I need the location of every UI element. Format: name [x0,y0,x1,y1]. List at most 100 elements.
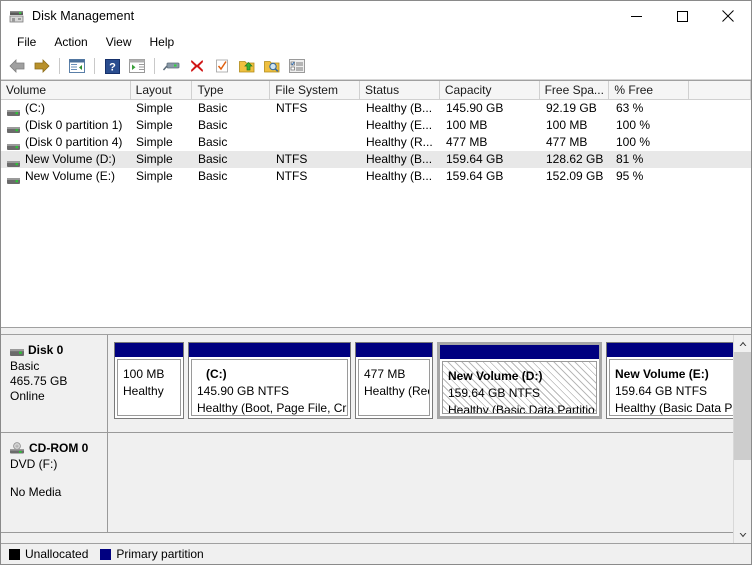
cell-free-space: 92.19 GB [546,101,597,115]
cell-file-system: NTFS [276,169,308,183]
table-row[interactable]: New Volume (E:) Simple Basic NTFS Health… [1,168,751,185]
disk-row-disk0[interactable]: Disk 0 Basic 465.75 GB Online 100 MB Hea… [1,335,733,433]
toolbar-separator [94,58,95,74]
disk-type: Basic [10,359,40,373]
partition-block[interactable]: New Volume (E:) 159.64 GB NTFS Healthy (… [606,342,733,419]
cd-rom-icon [10,441,25,455]
table-row[interactable]: (Disk 0 partition 4) Simple Basic Health… [1,134,751,151]
disk-row-cdrom0[interactable]: CD-ROM 0 DVD (F:) No Media [1,433,733,533]
cell-layout: Simple [136,135,173,149]
table-row[interactable]: New Volume (D:) Simple Basic NTFS Health… [1,151,751,168]
cell-file-system: NTFS [276,152,308,166]
column-header-free-space[interactable]: Free Spa... [539,81,610,99]
cell-capacity: 477 MB [446,135,488,149]
forward-icon[interactable] [30,55,54,77]
partition-block[interactable]: (C:) 145.90 GB NTFS Healthy (Boot, Page … [188,342,351,419]
vertical-scrollbar[interactable] [733,335,751,543]
table-row[interactable]: (C:) Simple Basic NTFS Healthy (B... 145… [1,100,751,117]
disk-name: CD-ROM 0 [29,441,89,455]
legend-label: Primary partition [116,547,204,561]
volume-list-pane[interactable]: Volume Layout Type File System Status Ca… [1,80,751,327]
column-header-percent-free[interactable]: % Free [609,81,690,99]
back-icon[interactable] [5,55,29,77]
legend-swatch-primary [100,548,112,560]
menu-action[interactable]: Action [45,32,96,52]
cell-percent-free: 100 % [616,118,651,132]
menu-file[interactable]: File [8,32,45,52]
disk-size: 465.75 GB [10,374,68,388]
cell-type: Basic [198,135,228,149]
list-properties-icon[interactable] [285,55,309,77]
menu-view[interactable]: View [97,32,141,52]
column-header-capacity[interactable]: Capacity [439,81,540,99]
cell-status: Healthy (B... [366,169,433,183]
volume-label: New Volume (E:) [25,169,116,183]
cell-percent-free: 100 % [616,135,651,149]
show-hide-tree-icon[interactable] [65,55,89,77]
cell-free-space: 152.09 GB [546,169,604,183]
column-header-type[interactable]: Type [192,81,271,99]
partition-size: 145.90 GB NTFS [197,384,290,398]
volume-list-body: (C:) Simple Basic NTFS Healthy (B... 145… [1,100,751,185]
partition-block-selected[interactable]: New Volume (D:) 159.64 GB NTFS Healthy (… [437,342,602,419]
cell-file-system: NTFS [276,101,308,115]
scroll-down-arrow-icon[interactable] [734,526,751,543]
partition-size: 477 MB [364,367,406,381]
toolbar-separator [154,58,155,74]
cell-free-space: 100 MB [546,118,588,132]
scrollbar-thumb[interactable] [734,352,751,460]
scrollbar-track[interactable] [734,352,751,526]
legend-label: Unallocated [25,547,89,561]
column-header-file-system[interactable]: File System [270,81,361,99]
column-header-filler[interactable] [689,81,751,99]
cell-layout: Simple [136,169,173,183]
window-title: Disk Management [32,9,135,23]
minimize-button[interactable] [613,1,659,31]
toolbar-separator [59,58,60,74]
menu-help[interactable]: Help [141,32,184,52]
pane-splitter[interactable] [1,327,751,335]
maximize-button[interactable] [659,1,705,31]
disk-title: Disk 0 [10,343,107,357]
cell-capacity: 145.90 GB [446,101,504,115]
scroll-up-arrow-icon[interactable] [734,335,751,352]
volume-drive-icon [7,105,20,116]
cell-free-space: 477 MB [546,135,588,149]
toolbar: ? [1,53,751,80]
partition-details: New Volume (E:) 159.64 GB NTFS Healthy (… [609,359,733,416]
partition-color-bar [607,343,733,357]
partition-details: New Volume (D:) 159.64 GB NTFS Healthy (… [442,361,597,414]
column-header-volume[interactable]: Volume [1,81,131,99]
partition-title: (C:) [206,367,227,381]
partition-details: (C:) 145.90 GB NTFS Healthy (Boot, Page … [191,359,348,416]
disk-management-icon [8,7,26,25]
rescan-disks-icon[interactable] [160,55,184,77]
legend-item-unallocated: Unallocated [9,547,88,561]
check-icon[interactable] [210,55,234,77]
partition-status: Healthy (Rec [364,384,430,398]
cell-capacity: 159.64 GB [446,152,504,166]
cell-free-space: 128.62 GB [546,152,604,166]
column-header-status[interactable]: Status [360,81,440,99]
column-header-layout[interactable]: Layout [130,81,193,99]
partition-block[interactable]: 100 MB Healthy [114,342,184,419]
help-icon[interactable]: ? [100,55,124,77]
disk-info-cdrom0[interactable]: CD-ROM 0 DVD (F:) No Media [1,433,108,532]
disk-name: Disk 0 [28,343,64,357]
volume-label: (Disk 0 partition 4) [25,135,123,149]
cell-volume: New Volume (E:) [1,168,131,185]
search-folder-icon[interactable] [260,55,284,77]
new-folder-icon[interactable] [235,55,259,77]
partition-block[interactable]: 477 MB Healthy (Rec [355,342,433,419]
properties-window-icon[interactable] [125,55,149,77]
close-button[interactable] [705,1,751,31]
title-bar: Disk Management [1,1,751,31]
delete-icon[interactable] [185,55,209,77]
partition-color-bar [189,343,350,357]
table-row[interactable]: (Disk 0 partition 1) Simple Basic Health… [1,117,751,134]
cell-volume: New Volume (D:) [1,151,131,168]
disk-graph-scroll-content: Disk 0 Basic 465.75 GB Online 100 MB Hea… [1,335,733,543]
cell-capacity: 159.64 GB [446,169,504,183]
cell-layout: Simple [136,101,173,115]
disk-info-disk0[interactable]: Disk 0 Basic 465.75 GB Online [1,335,108,432]
